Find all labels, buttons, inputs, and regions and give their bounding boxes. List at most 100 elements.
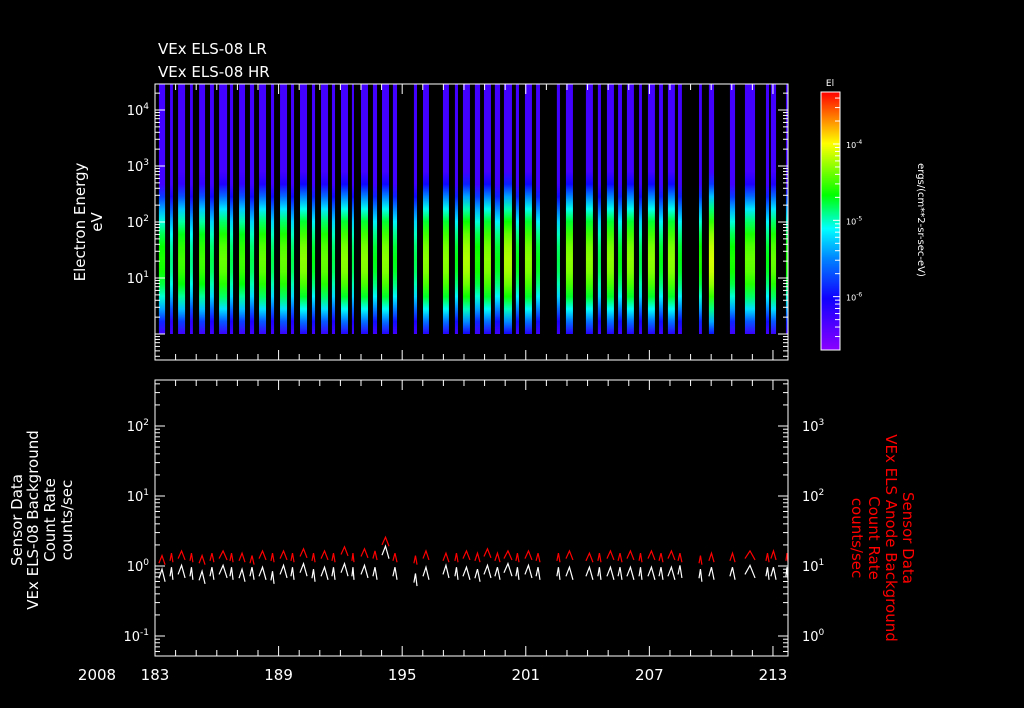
colorbar-label: ergs/(cm**2-sr-sec-eV): [915, 163, 926, 277]
background-count-line: [770, 567, 777, 580]
background-count-line: [565, 565, 574, 580]
background-count-line: [658, 567, 664, 580]
spectrogram-stripe: [585, 84, 593, 335]
spectrogram-stripe: [331, 84, 336, 335]
background-count-line: [158, 567, 166, 582]
anode-count-line: [158, 553, 166, 565]
anode-count-line: [177, 549, 186, 561]
anode-count-line: [372, 550, 378, 561]
spectrogram-stripe: [219, 84, 228, 335]
spectrogram-stripe: [249, 84, 255, 335]
left-label-line2: VEx ELS-08 Background: [24, 430, 42, 610]
colorbar-tick-label: 10-4: [846, 139, 862, 150]
x-tick-label: 183: [141, 666, 170, 684]
spectrogram: [158, 84, 788, 335]
anode-count-line: [413, 555, 418, 565]
right-y-tick-label: 102: [802, 488, 824, 505]
background-count-line: [340, 561, 349, 577]
anode-count-line: [765, 553, 770, 563]
spectrogram-stripe: [190, 84, 193, 335]
y-tick-label: 104: [127, 102, 150, 119]
spectrogram-stripe: [311, 84, 316, 335]
anode-count-line: [311, 553, 316, 563]
anode-count-line: [320, 549, 329, 561]
background-count-line: [585, 565, 594, 580]
anode-count-line: [331, 553, 336, 563]
anode-count-line: [667, 549, 676, 561]
spectrogram-stripe: [442, 84, 449, 335]
spectrogram-stripe: [474, 84, 481, 335]
background-count-line: [556, 567, 561, 580]
spectrogram-stripe: [280, 84, 288, 335]
anode-count-line: [606, 549, 615, 561]
spectrogram-stripe: [270, 84, 275, 335]
anode-count-line: [270, 553, 275, 563]
y-tick-label: 101: [127, 270, 149, 287]
spectrogram-stripe: [199, 84, 206, 335]
anode-count-line: [638, 553, 643, 563]
spectrogram-stripe: [170, 84, 173, 335]
right-label-line1: Sensor Data: [899, 492, 917, 584]
background-count-line: [331, 567, 336, 580]
anode-count-line: [535, 552, 541, 563]
anode-count-line: [483, 547, 492, 559]
left-label-line3: Count Rate: [41, 478, 59, 562]
background-count-line: [209, 567, 215, 580]
background-count-line: [229, 567, 234, 580]
x-tick-label: 189: [264, 666, 293, 684]
background-count-line: [494, 567, 501, 580]
anode-count-line: [708, 551, 715, 563]
spectrogram-stripe: [413, 84, 418, 335]
anode-count-line: [392, 552, 398, 563]
spectrogram-stripe: [381, 84, 390, 335]
background-count-line: [238, 566, 246, 582]
background-count-line: [638, 567, 643, 580]
colorbar-tick-label: 10-6: [846, 292, 862, 303]
spectrogram-stripe: [626, 84, 634, 335]
spectrogram-stripe: [158, 84, 166, 335]
y-tick-label: 101: [127, 488, 149, 505]
colorbar: [820, 91, 841, 351]
right-y-tick-label: 103: [802, 418, 824, 435]
background-count-line: [765, 567, 770, 580]
spectrogram-stripe: [372, 84, 378, 335]
background-lines: [158, 535, 789, 587]
spectrogram-stripe: [503, 84, 512, 335]
anode-count-line: [524, 549, 533, 561]
panel-title-hr: VEx ELS-08 HR: [158, 63, 270, 81]
spectrogram-stripe: [483, 84, 491, 335]
background-count-line: [392, 567, 398, 580]
anode-count-line: [729, 551, 736, 563]
background-count-line: [462, 565, 471, 580]
background-count-line: [372, 567, 378, 580]
spectrogram-stripe: [565, 84, 573, 335]
spectrogram-stripe: [659, 84, 663, 335]
background-count-line: [198, 569, 206, 584]
background-count-line: [218, 563, 228, 579]
anode-count-line: [209, 552, 215, 563]
anode-count-line: [658, 552, 664, 563]
left-label-line4: counts/sec: [58, 480, 76, 560]
anode-count-line: [249, 555, 255, 565]
anode-count-line: [515, 553, 520, 563]
anode-count-line: [474, 551, 481, 563]
spectrogram-stripe: [597, 84, 601, 335]
anode-count-line: [744, 549, 756, 561]
spectrogram-stripe: [259, 84, 267, 335]
spectrogram-stripe: [765, 84, 770, 335]
anode-count-line: [238, 551, 246, 563]
spectrogram-stripe: [744, 84, 756, 335]
anode-count-line: [218, 549, 228, 561]
right-label-line3: Count Rate: [865, 496, 883, 580]
spectrogram-stripe: [494, 84, 501, 335]
spectrogram-stripe: [454, 84, 459, 335]
anode-count-line: [169, 553, 174, 563]
spectrogram-stripe: [708, 84, 715, 335]
background-count-line: [279, 563, 288, 579]
y-tick-label: 100: [127, 558, 150, 575]
year-label: 2008: [78, 666, 116, 684]
panel-title-lr: VEx ELS-08 LR: [158, 40, 267, 58]
right-label-line4: counts/sec: [848, 498, 866, 578]
anode-count-line: [494, 551, 501, 563]
background-count-line: [535, 567, 541, 580]
